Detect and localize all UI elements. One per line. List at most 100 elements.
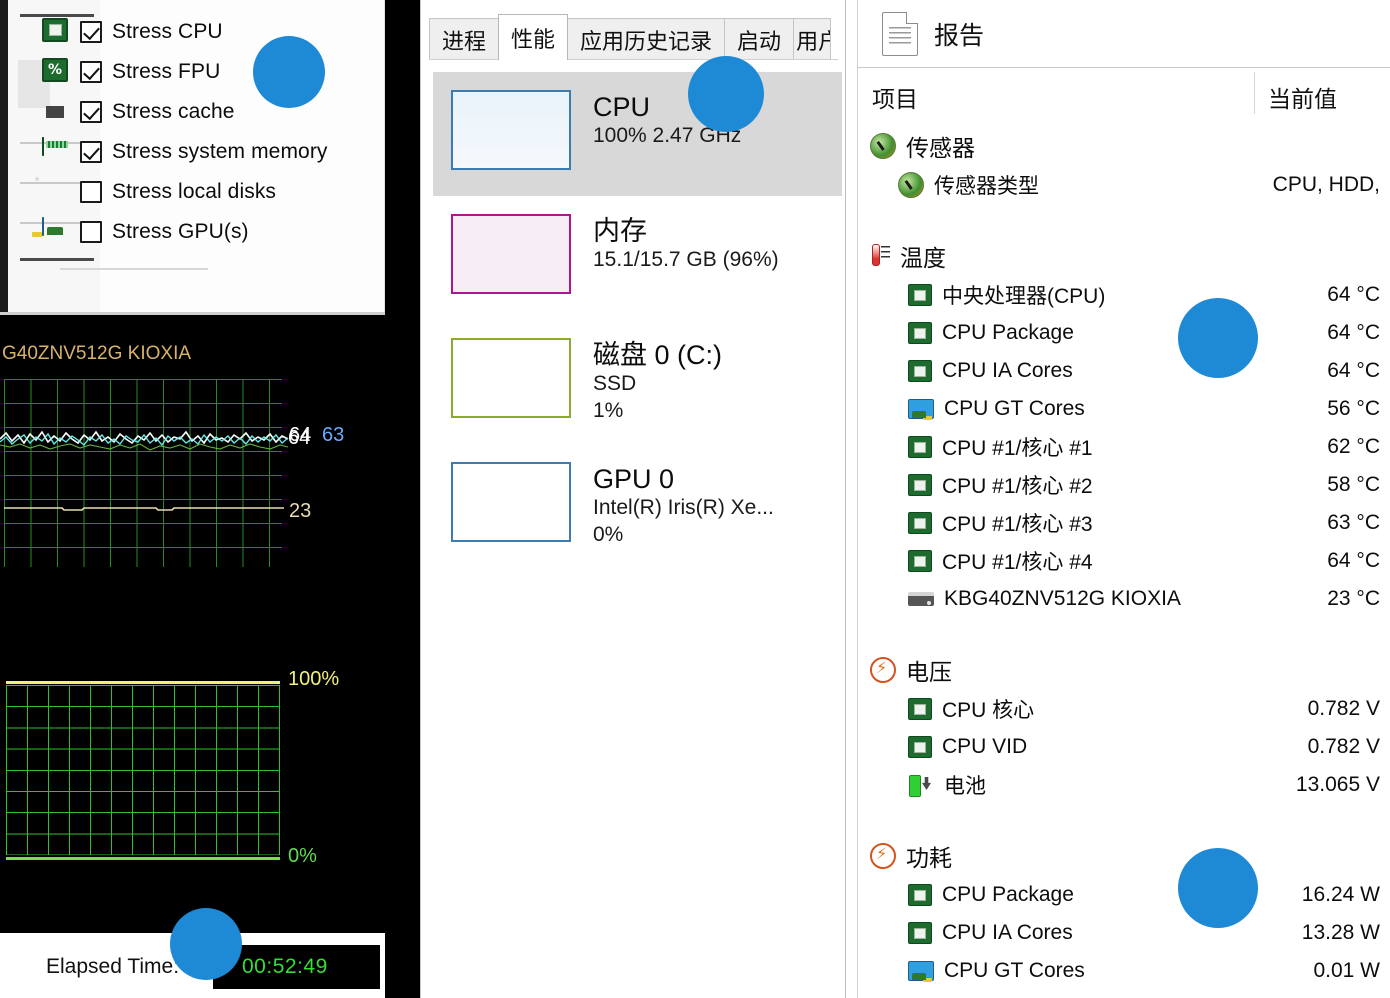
row-value: 0.782 V bbox=[1308, 735, 1380, 759]
group-power[interactable]: 功耗 bbox=[858, 836, 1390, 876]
group-label: 温度 bbox=[900, 239, 946, 273]
row-label: CPU Package bbox=[942, 883, 1074, 907]
perf-item-cpu[interactable]: CPU 100% 2.47 GHz bbox=[433, 72, 842, 196]
perf-item-usage: 1% bbox=[593, 398, 722, 425]
gpu-monitor-icon bbox=[908, 961, 934, 981]
perf-item-gpu[interactable]: GPU 0 Intel(R) Iris(R) Xe... 0% bbox=[433, 444, 842, 568]
tab-label: 用户 bbox=[796, 24, 831, 56]
usage-label-0: 0% bbox=[288, 845, 317, 868]
row-label: KBG40ZNV512G KIOXIA bbox=[944, 587, 1181, 611]
temperature-graph-title: G40ZNV512G KIOXIA bbox=[2, 343, 191, 365]
perf-item-name: 内存 bbox=[593, 216, 779, 247]
row-value: 64 °C bbox=[1327, 321, 1380, 345]
temperature-value-23: 23 bbox=[289, 500, 311, 523]
memory-module-icon bbox=[42, 138, 72, 166]
document-report-icon bbox=[882, 12, 918, 56]
row-value: 62 °C bbox=[1327, 435, 1380, 459]
row-label: CPU GT Cores bbox=[944, 959, 1085, 983]
stress-fpu-checkbox[interactable] bbox=[80, 61, 102, 83]
cpu-chip-icon bbox=[908, 284, 932, 306]
row-value: 0.01 W bbox=[1313, 959, 1380, 983]
row-label: CPU VID bbox=[942, 735, 1027, 759]
group-voltages[interactable]: 电压 bbox=[858, 650, 1390, 690]
stress-option-local-disks[interactable]: Stress local disks bbox=[42, 172, 382, 212]
perf-item-detail: SSD bbox=[593, 371, 722, 398]
row-voltage-cpu-core: CPU 核心 0.782 V bbox=[858, 690, 1390, 728]
stress-option-label: Stress cache bbox=[112, 100, 235, 124]
row-value: 64 °C bbox=[1327, 359, 1380, 383]
row-value: 56 °C bbox=[1327, 397, 1380, 421]
hard-disk-icon bbox=[42, 178, 72, 206]
cursor-highlight-dot bbox=[170, 908, 242, 980]
stress-cache-checkbox[interactable] bbox=[80, 101, 102, 123]
row-value: 0.782 V bbox=[1308, 697, 1380, 721]
stress-option-fpu[interactable]: % Stress FPU bbox=[42, 52, 382, 92]
stress-option-cache[interactable]: Stress cache bbox=[42, 92, 382, 132]
tab-users[interactable]: 用户 bbox=[793, 18, 831, 60]
fpu-percent-icon: % bbox=[42, 58, 72, 86]
row-value: 64 °C bbox=[1327, 283, 1380, 307]
gpu-monitor-icon bbox=[42, 218, 72, 246]
row-temp-cpu-ia-cores: CPU IA Cores 64 °C bbox=[858, 352, 1390, 390]
cpu-chip-icon bbox=[908, 322, 932, 344]
stress-gpu-checkbox[interactable] bbox=[80, 221, 102, 243]
group-sensors[interactable]: 传感器 bbox=[858, 126, 1390, 166]
stress-option-gpus[interactable]: Stress GPU(s) bbox=[42, 212, 382, 252]
cpu-chip-icon bbox=[908, 698, 932, 720]
stress-cpu-checkbox[interactable] bbox=[80, 21, 102, 43]
perf-item-detail: 15.1/15.7 GB (96%) bbox=[593, 247, 779, 274]
stress-options-list: Stress CPU % Stress FPU Stress cache Str… bbox=[42, 12, 382, 252]
group-temperatures[interactable]: 温度 bbox=[858, 236, 1390, 276]
cursor-highlight-dot bbox=[1178, 298, 1258, 378]
hwmonitor-toolbar: 报告 bbox=[858, 0, 1390, 68]
row-voltage-battery: 电池 13.065 V bbox=[858, 766, 1390, 804]
row-temp-cpu-package: CPU Package 64 °C bbox=[858, 314, 1390, 352]
report-button-label[interactable]: 报告 bbox=[934, 16, 984, 52]
perf-item-disk[interactable]: 磁盘 0 (C:) SSD 1% bbox=[433, 320, 842, 444]
tab-startup[interactable]: 启动 bbox=[724, 18, 794, 60]
battery-icon bbox=[908, 773, 934, 797]
cpu-chip-icon bbox=[908, 436, 932, 458]
perf-item-name: 磁盘 0 (C:) bbox=[593, 340, 722, 371]
row-temp-core-4: CPU #1/核心 #4 64 °C bbox=[858, 542, 1390, 580]
panel-left-rail bbox=[0, 0, 8, 312]
stress-test-panel: Stress CPU % Stress FPU Stress cache Str… bbox=[0, 0, 385, 312]
tab-performance[interactable]: 性能 bbox=[498, 14, 568, 60]
temperature-trace-disk bbox=[4, 501, 284, 515]
stress-memory-checkbox[interactable] bbox=[80, 141, 102, 163]
background-gap bbox=[386, 0, 420, 998]
row-value: 23 °C bbox=[1327, 587, 1380, 611]
stress-option-label: Stress system memory bbox=[112, 140, 328, 164]
task-manager-tabs: 进程 性能 应用历史记录 启动 用户 bbox=[429, 14, 830, 60]
performance-resource-list: CPU 100% 2.47 GHz 内存 15.1/15.7 GB (96%) … bbox=[433, 72, 842, 568]
row-label: CPU #1/核心 #3 bbox=[942, 508, 1093, 538]
row-value: 16.24 W bbox=[1302, 883, 1380, 907]
stress-option-label: Stress CPU bbox=[112, 20, 223, 44]
cpu-chip-icon bbox=[908, 550, 932, 572]
group-spacer bbox=[858, 804, 1390, 830]
tree-divider bbox=[20, 258, 94, 261]
row-label: CPU #1/核心 #4 bbox=[942, 546, 1093, 576]
group-spacer bbox=[858, 618, 1390, 644]
stress-option-label: Stress local disks bbox=[112, 180, 276, 204]
elapsed-time-value: 00:52:49 bbox=[242, 955, 328, 979]
hwmonitor-column-headers: 项目 当前值 bbox=[858, 68, 1390, 120]
stress-disks-checkbox[interactable] bbox=[80, 181, 102, 203]
group-label: 电压 bbox=[906, 653, 952, 687]
perf-item-memory[interactable]: 内存 15.1/15.7 GB (96%) bbox=[433, 196, 842, 320]
tab-app-history[interactable]: 应用历史记录 bbox=[567, 18, 725, 60]
tab-processes[interactable]: 进程 bbox=[429, 18, 499, 60]
row-value: CPU, HDD, bbox=[1273, 173, 1380, 197]
row-temp-cpu: 中央处理器(CPU) 64 °C bbox=[858, 276, 1390, 314]
row-sensor-type: 传感器类型 CPU, HDD, bbox=[858, 166, 1390, 204]
row-label: CPU Package bbox=[942, 321, 1074, 345]
cpu-chip-icon bbox=[908, 884, 932, 906]
row-label: 传感器类型 bbox=[934, 170, 1039, 200]
stress-option-cpu[interactable]: Stress CPU bbox=[42, 12, 382, 52]
tab-underline bbox=[429, 59, 838, 60]
cursor-highlight-dot bbox=[253, 36, 325, 108]
sensor-gauge-icon bbox=[870, 133, 896, 159]
temperature-value-64: 64 bbox=[289, 424, 311, 447]
stress-option-system-memory[interactable]: Stress system memory bbox=[42, 132, 382, 172]
cpu-chip-icon bbox=[908, 922, 932, 944]
